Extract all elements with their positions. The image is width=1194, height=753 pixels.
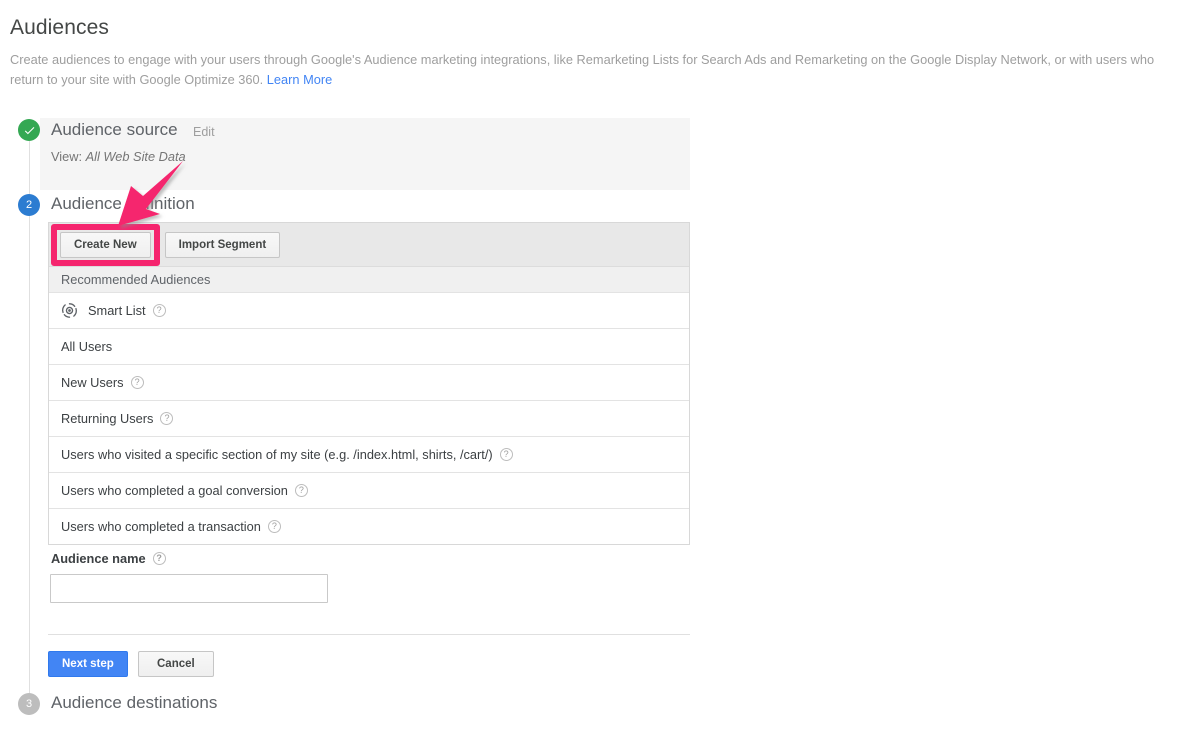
definition-toolbar: Create New Import Segment (49, 223, 689, 266)
cancel-button[interactable]: Cancel (138, 651, 214, 677)
smart-list-icon (61, 302, 78, 319)
step-3-status-badge: 3 (18, 693, 40, 715)
audience-definition-box: Create New Import Segment Recommended Au… (48, 222, 690, 545)
help-icon[interactable]: ? (153, 304, 166, 317)
step-1-status-check-icon (18, 119, 40, 141)
audience-row-label: Returning Users (61, 411, 153, 426)
audience-source-view: View: All Web Site Data (51, 149, 186, 164)
audience-row-label: All Users (61, 339, 112, 354)
audience-row-label: New Users (61, 375, 124, 390)
create-new-button-wrapper: Create New (60, 232, 151, 258)
audience-row-label: Smart List (88, 303, 146, 318)
audience-row-label: Users who visited a specific section of … (61, 447, 493, 462)
audiences-page: Audiences Create audiences to engage wit… (0, 0, 1194, 753)
help-icon[interactable]: ? (131, 376, 144, 389)
audience-name-label: Audience name (51, 551, 146, 566)
step-3-title: Audience destinations (51, 693, 217, 713)
edit-audience-source-link[interactable]: Edit (193, 125, 215, 139)
recommended-audiences-header: Recommended Audiences (49, 266, 689, 292)
help-icon[interactable]: ? (500, 448, 513, 461)
audience-row-all-users[interactable]: All Users (49, 328, 689, 364)
help-icon[interactable]: ? (160, 412, 173, 425)
audience-row-new-users[interactable]: New Users ? (49, 364, 689, 400)
audience-name-input[interactable] (50, 574, 328, 603)
next-step-button[interactable]: Next step (48, 651, 128, 677)
import-segment-button[interactable]: Import Segment (165, 232, 281, 258)
help-icon[interactable]: ? (153, 552, 166, 565)
help-icon[interactable]: ? (268, 520, 281, 533)
audience-row-returning-users[interactable]: Returning Users ? (49, 400, 689, 436)
learn-more-link[interactable]: Learn More (267, 72, 332, 87)
help-icon[interactable]: ? (295, 484, 308, 497)
step-1-title: Audience source (51, 120, 178, 140)
step-2-title: Audience definition (51, 194, 195, 214)
step-2-status-badge: 2 (18, 194, 40, 216)
audience-source-view-value: All Web Site Data (86, 149, 186, 164)
audience-row-smart-list[interactable]: Smart List ? (49, 292, 689, 328)
audience-name-label-group: Audience name ? (51, 551, 166, 566)
audience-row-visited-section[interactable]: Users who visited a specific section of … (49, 436, 689, 472)
create-new-button[interactable]: Create New (60, 232, 151, 258)
page-title: Audiences (10, 16, 109, 40)
audience-row-transaction[interactable]: Users who completed a transaction ? (49, 508, 689, 544)
audience-row-label: Users who completed a goal conversion (61, 483, 288, 498)
page-description: Create audiences to engage with your use… (10, 50, 1170, 90)
audience-source-view-prefix: View: (51, 149, 86, 164)
audience-row-label: Users who completed a transaction (61, 519, 261, 534)
form-divider (48, 634, 690, 635)
page-description-text: Create audiences to engage with your use… (10, 52, 1154, 87)
audience-row-goal-conversion[interactable]: Users who completed a goal conversion ? (49, 472, 689, 508)
